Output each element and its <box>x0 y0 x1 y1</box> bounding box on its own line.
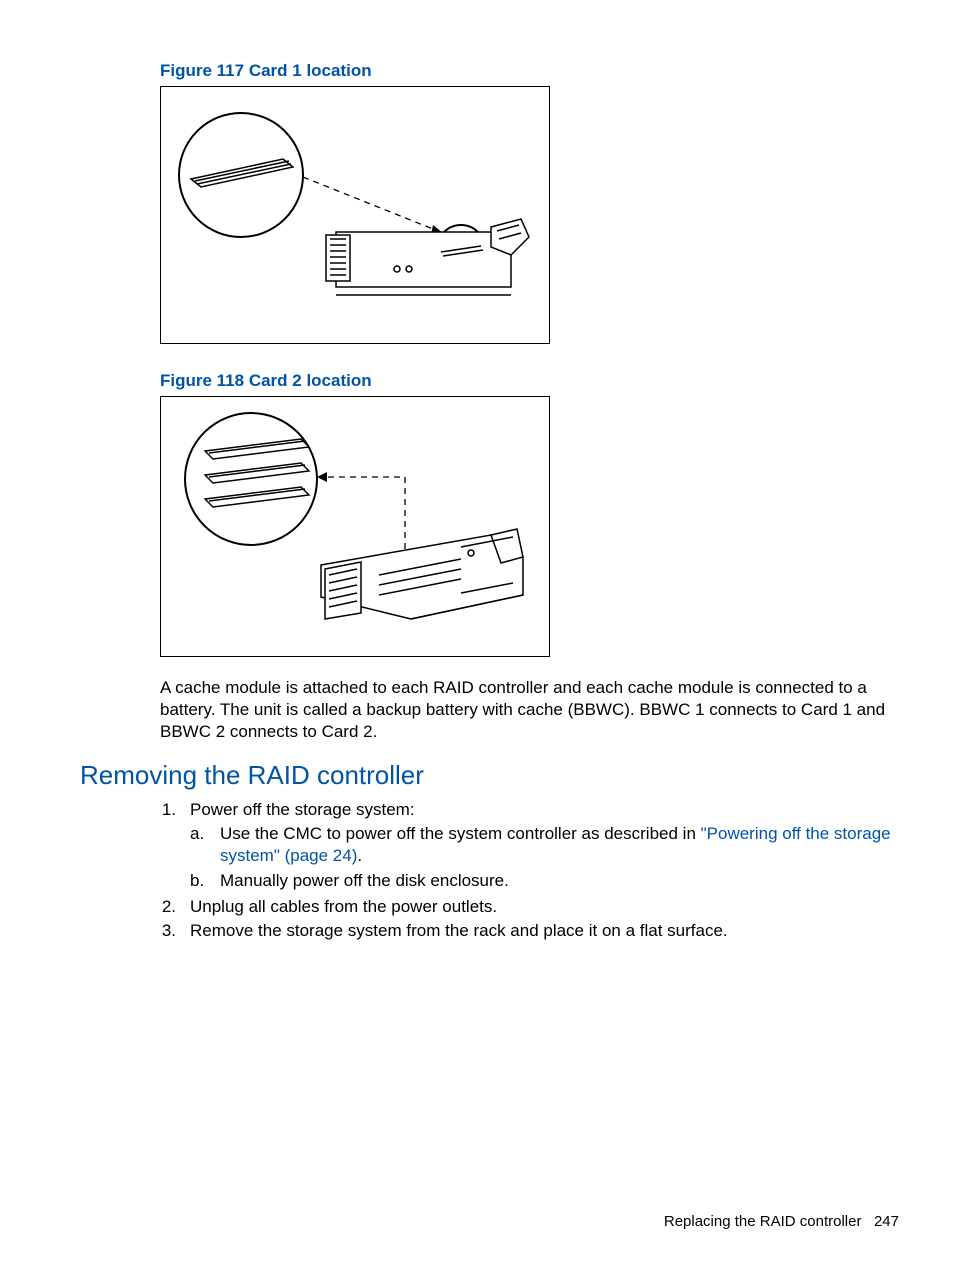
footer-page-number: 247 <box>874 1213 899 1230</box>
figure-117-caption: Figure 117 Card 1 location <box>160 60 899 82</box>
page-footer: Replacing the RAID controller 247 <box>664 1212 899 1232</box>
figure-117-image <box>160 86 550 344</box>
step-1a: a. Use the CMC to power off the system c… <box>190 823 899 867</box>
step-2: 2. Unplug all cables from the power outl… <box>160 896 899 918</box>
step-2-text: Unplug all cables from the power outlets… <box>190 896 899 918</box>
step-1b-text: Manually power off the disk enclosure. <box>220 870 899 892</box>
step-2-number: 2. <box>160 896 190 918</box>
step-1-number: 1. <box>160 799 190 893</box>
step-1: 1. Power off the storage system: a. Use … <box>160 799 899 893</box>
step-1-text: Power off the storage system: <box>190 800 415 819</box>
step-1a-letter: a. <box>190 823 220 867</box>
cache-module-paragraph: A cache module is attached to each RAID … <box>160 677 895 743</box>
step-3: 3. Remove the storage system from the ra… <box>160 920 899 942</box>
step-1b: b. Manually power off the disk enclosure… <box>190 870 899 892</box>
procedure-list: 1. Power off the storage system: a. Use … <box>160 799 899 942</box>
section-heading-removing-raid: Removing the RAID controller <box>80 759 899 793</box>
footer-section-title: Replacing the RAID controller <box>664 1213 862 1230</box>
step-3-text: Remove the storage system from the rack … <box>190 920 899 942</box>
figure-118-image <box>160 396 550 657</box>
step-3-number: 3. <box>160 920 190 942</box>
figure-118-caption: Figure 118 Card 2 location <box>160 370 899 392</box>
step-1a-text-before: Use the CMC to power off the system cont… <box>220 824 701 843</box>
step-1b-letter: b. <box>190 870 220 892</box>
step-1a-text-after: . <box>357 846 362 865</box>
